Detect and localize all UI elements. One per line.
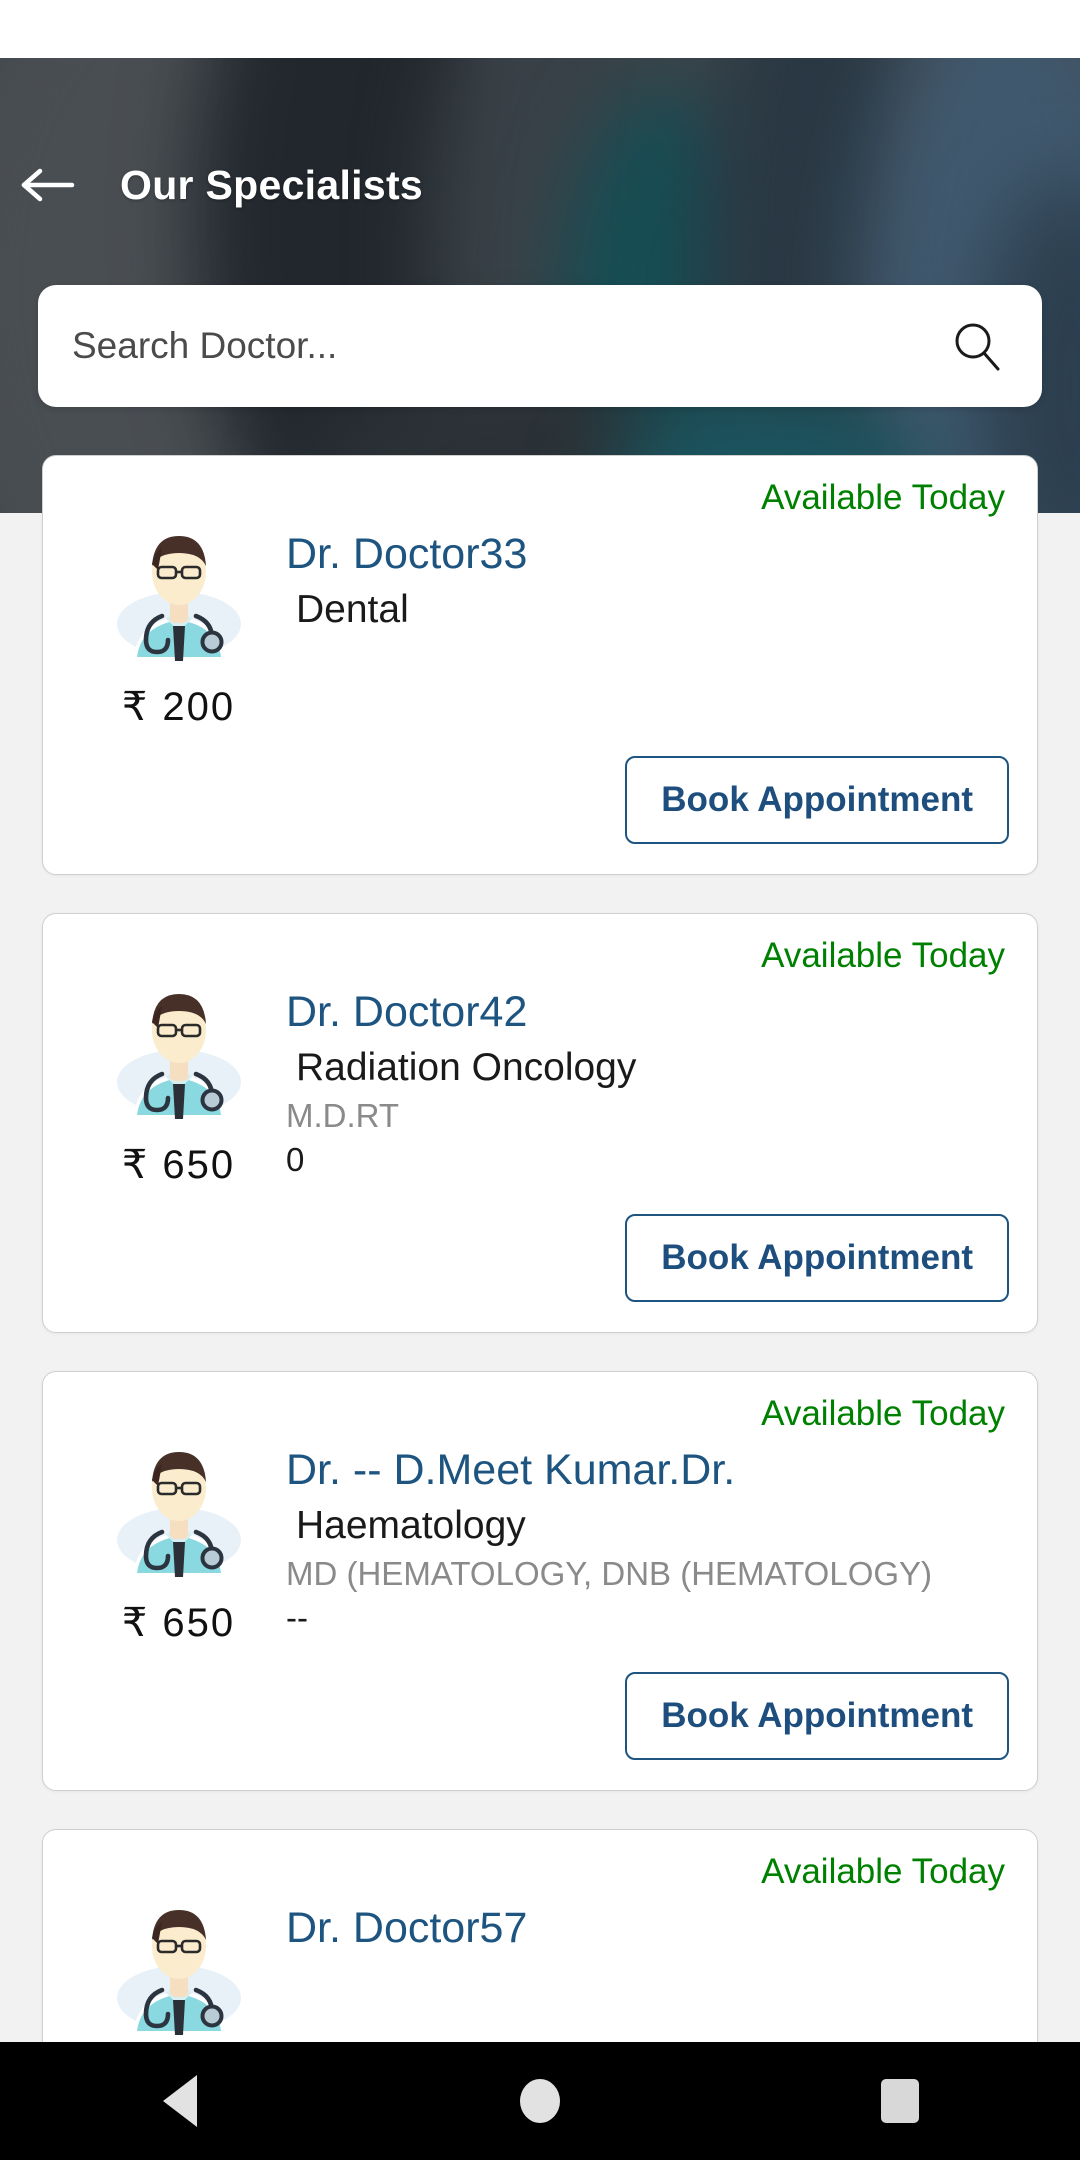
doctor-avatar-icon [104,1432,254,1582]
search-input[interactable] [72,325,946,367]
availability-badge: Available Today [761,936,1005,975]
book-appointment-button[interactable]: Book Appointment [625,1672,1009,1760]
search-bar[interactable] [38,285,1042,407]
page-title: Our Specialists [120,161,424,208]
consultation-fee: ₹ 650 [121,1143,236,1187]
doctor-name[interactable]: Dr. -- D.Meet Kumar.Dr. [286,1446,1009,1494]
back-button[interactable] [0,146,96,224]
doctor-card[interactable]: ₹ 650 Available Today Dr. Doctor42 Radia… [42,913,1038,1333]
book-appointment-button[interactable]: Book Appointment [625,1214,1009,1302]
availability-badge: Available Today [761,1394,1005,1433]
android-navigation-bar [0,2042,1080,2160]
doctor-avatar-icon [104,516,254,666]
availability-badge: Available Today [761,478,1005,517]
doctor-card[interactable]: ₹ 200 Available Today Dr. Doctor33 Denta… [42,455,1038,875]
doctor-name[interactable]: Dr. Doctor42 [286,988,1009,1036]
doctor-name[interactable]: Dr. Doctor57 [286,1904,1009,1952]
doctor-experience: 0 [286,1140,305,1178]
status-bar [0,0,1080,58]
doctor-list[interactable]: ₹ 200 Available Today Dr. Doctor33 Denta… [0,455,1080,2160]
doctor-name[interactable]: Dr. Doctor33 [286,530,1009,578]
doctor-avatar-icon [104,974,254,1124]
doctor-card[interactable]: ₹ 650 Available Today Dr. -- D.Meet Kuma… [42,1371,1038,1791]
doctor-specialty: Radiation Oncology [296,1046,637,1090]
doctor-experience: -- [286,1598,308,1636]
app-screen: Our Specialists Search Doctor... ₹ 200 A… [0,0,1080,2160]
doctor-avatar-icon [104,1890,254,2040]
arrow-left-icon [20,165,76,205]
nav-recents-icon[interactable] [825,2042,975,2160]
doctor-qualification: MD (HEMATOLOGY, DNB (HEMATOLOGY) [286,1555,933,1592]
search-icon[interactable] [946,315,1008,377]
doctor-specialty: Dental [296,588,409,632]
consultation-fee: ₹ 650 [121,1601,236,1645]
nav-home-icon[interactable] [465,2042,615,2160]
doctor-qualification: M.D.RT [286,1097,400,1134]
nav-back-icon[interactable] [105,2042,255,2160]
availability-badge: Available Today [761,1852,1005,1891]
book-appointment-button[interactable]: Book Appointment [625,756,1009,844]
doctor-specialty: Haematology [296,1504,526,1548]
consultation-fee: ₹ 200 [121,685,236,729]
